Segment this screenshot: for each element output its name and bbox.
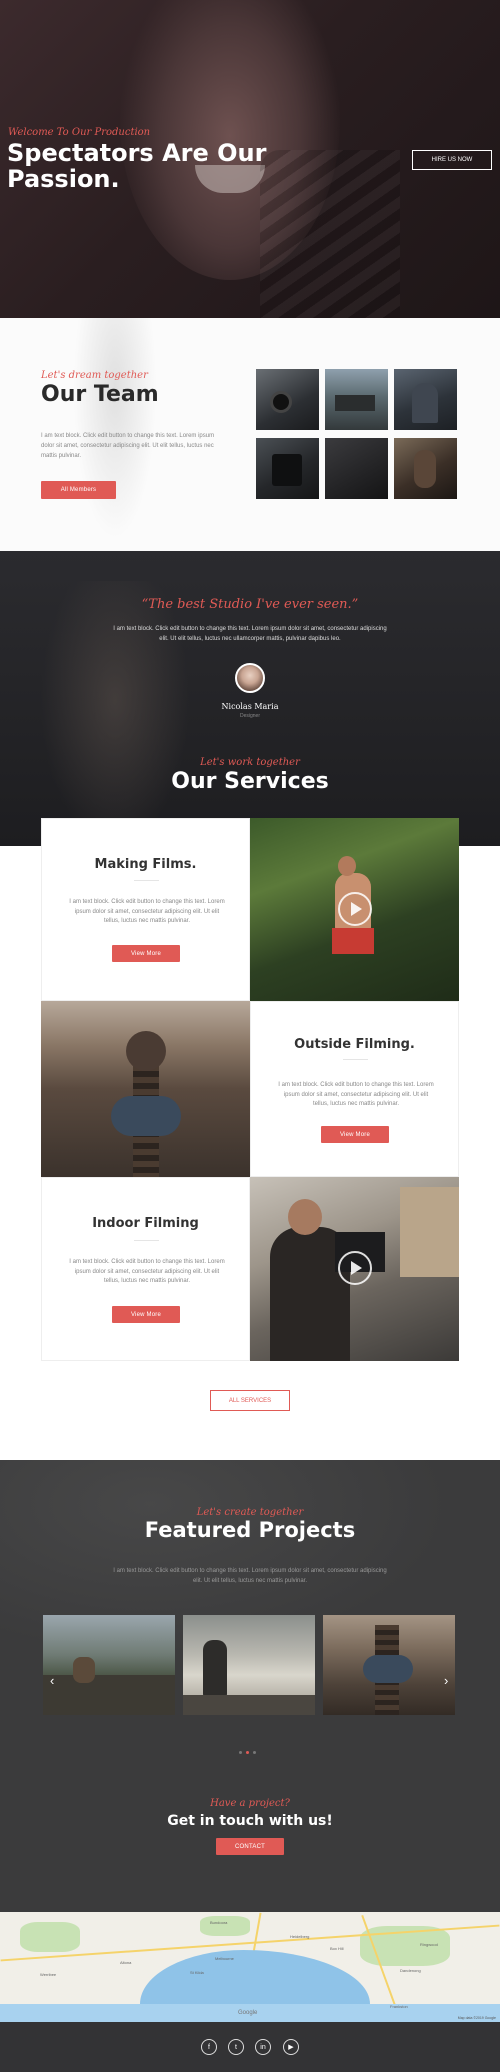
carousel-prev-icon[interactable]: ‹ — [50, 1673, 54, 1688]
projects-title: Featured Projects — [144, 1518, 356, 1542]
team-pre-title: Let's dream together — [41, 370, 148, 381]
projects-section: Let's create together Featured Projects … — [0, 1460, 500, 1912]
carousel-dot[interactable] — [239, 1751, 242, 1754]
carousel-next-icon[interactable]: › — [444, 1673, 448, 1688]
map-credit: Map data ©2019 Google — [457, 2016, 496, 2020]
map-park — [20, 1922, 80, 1952]
map-label: Bundoora — [210, 1920, 228, 1925]
team-photo[interactable] — [325, 369, 388, 430]
contact-button[interactable]: CONTACT — [216, 1838, 284, 1855]
carousel-dot[interactable] — [253, 1751, 256, 1754]
project-card[interactable] — [323, 1615, 455, 1715]
service-title: Outside Filming. — [294, 1037, 415, 1052]
map-label: Ringwood — [420, 1942, 438, 1947]
hero-title: Spectators Are Our Passion. — [7, 139, 267, 193]
map-label: St Kilda — [190, 1970, 204, 1975]
service-card-making-films: Making Films. I am text block. Click edi… — [41, 818, 250, 1001]
team-section: Let's dream together Our Team I am text … — [0, 318, 500, 551]
facebook-icon[interactable]: f — [201, 2039, 217, 2055]
carousel-dot-active[interactable] — [246, 1751, 249, 1754]
all-services-button[interactable]: ALL SERVICES — [210, 1390, 290, 1411]
team-photo[interactable] — [256, 438, 319, 499]
hero-pre-title: Welcome To Our Production — [8, 127, 151, 138]
service-title: Indoor Filming — [92, 1216, 199, 1231]
linkedin-icon[interactable]: in — [255, 2039, 271, 2055]
divider — [343, 1059, 368, 1060]
service-text: I am text block. Click edit button to ch… — [69, 1259, 225, 1284]
map-label: Altona — [120, 1960, 132, 1965]
service-card-indoor-filming: Indoor Filming I am text block. Click ed… — [41, 1177, 250, 1361]
map-label: Werribee — [40, 1972, 57, 1977]
all-members-button[interactable]: All Members — [41, 481, 116, 499]
service-card-outside-filming: Outside Filming. I am text block. Click … — [250, 1001, 459, 1177]
hire-us-button[interactable]: HIRE US NOW — [412, 150, 492, 170]
projects-pre-title: Let's create together — [196, 1507, 304, 1518]
youtube-icon[interactable]: ▶ — [283, 2039, 299, 2055]
map-park — [200, 1916, 250, 1936]
map-label: Box Hill — [330, 1946, 344, 1951]
team-photo[interactable] — [394, 369, 457, 430]
services-pre-title: Let's work together — [200, 757, 300, 768]
map-label: Heidelberg — [290, 1934, 310, 1939]
service-photo-trail-runner — [250, 818, 459, 1001]
services-title: Our Services — [171, 769, 329, 794]
team-photo[interactable] — [325, 438, 388, 499]
contact-pre-title: Have a project? — [210, 1798, 290, 1809]
team-photo[interactable] — [394, 438, 457, 499]
map-label: Frankston — [390, 2004, 408, 2009]
service-photo-cameraman — [250, 1177, 459, 1361]
divider — [134, 880, 159, 881]
footer: f t in ▶ — [0, 2022, 500, 2072]
service-photo-railway — [41, 1001, 250, 1177]
play-icon[interactable] — [338, 892, 372, 926]
avatar — [235, 663, 265, 693]
hero-section: Welcome To Our Production Spectators Are… — [0, 0, 500, 318]
project-card[interactable] — [43, 1615, 175, 1715]
project-card[interactable] — [183, 1615, 315, 1715]
view-more-button[interactable]: View More — [321, 1126, 389, 1143]
testimonial-quote: “The best Studio I've ever seen.” — [141, 597, 359, 612]
team-title: Our Team — [41, 382, 159, 407]
play-icon[interactable] — [338, 1251, 372, 1285]
testimonial-role: Designer — [239, 713, 260, 719]
map-label: Melbourne — [215, 1956, 234, 1961]
map[interactable]: Bundoora Heidelberg Ringwood Box Hill Me… — [0, 1912, 500, 2022]
testimonial-section: “The best Studio I've ever seen.” I am t… — [0, 551, 500, 846]
team-photo[interactable] — [256, 369, 319, 430]
map-label: Dandenong — [400, 1968, 421, 1973]
google-logo: Google — [238, 2010, 258, 2016]
divider — [134, 1240, 159, 1241]
testimonial-name: Nicolas Maria — [221, 702, 279, 711]
carousel-dots — [239, 1751, 256, 1754]
view-more-button[interactable]: View More — [112, 1306, 180, 1323]
projects-text: I am text block. Click edit button to ch… — [113, 1568, 387, 1584]
twitter-icon[interactable]: t — [228, 2039, 244, 2055]
service-title: Making Films. — [94, 857, 197, 872]
view-more-button[interactable]: View More — [112, 945, 180, 962]
service-text: I am text block. Click edit button to ch… — [69, 899, 225, 924]
service-text: I am text block. Click edit button to ch… — [278, 1082, 434, 1107]
testimonial-text: I am text block. Click edit button to ch… — [113, 626, 387, 642]
contact-title: Get in touch with us! — [167, 1813, 333, 1829]
team-text: I am text block. Click edit button to ch… — [41, 433, 215, 459]
